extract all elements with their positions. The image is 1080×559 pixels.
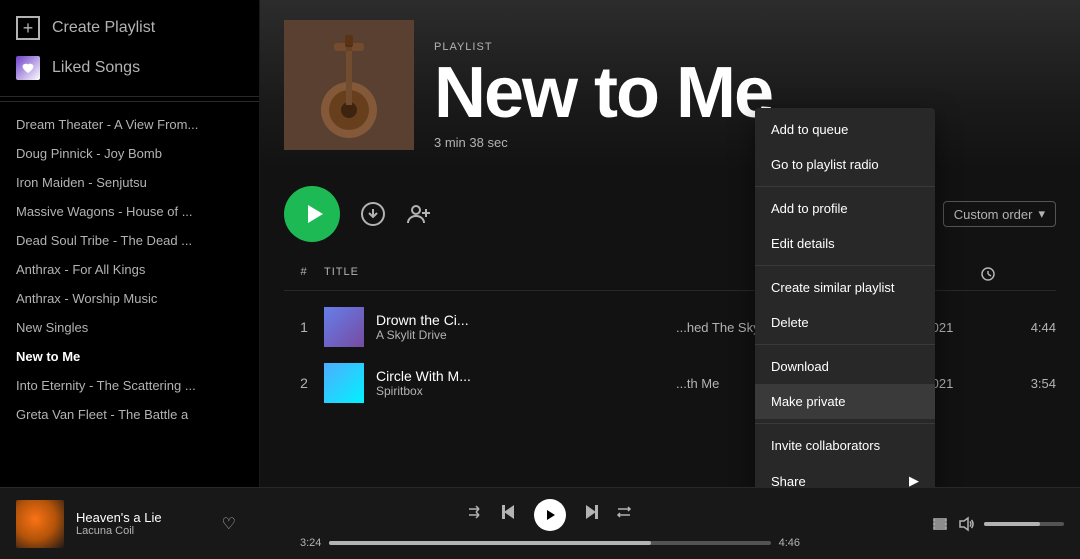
volume-icon <box>958 516 974 532</box>
menu-item-add-to-queue[interactable]: Add to queue <box>755 112 935 147</box>
playlist-header: PLAYLIST New to Me 3 min 38 sec <box>260 0 1080 170</box>
track-artist: Spiritbox <box>376 384 471 398</box>
sort-button[interactable]: Custom order ▾ <box>943 201 1056 227</box>
main-content: PLAYLIST New to Me 3 min 38 sec <box>260 0 1080 487</box>
shuffle-button[interactable] <box>468 504 484 525</box>
song-title: Heaven's a Lie <box>76 510 210 525</box>
create-playlist-button[interactable]: + Create Playlist <box>0 8 259 48</box>
progress-bar[interactable]: 3:24 4:46 <box>300 537 800 549</box>
liked-songs-button[interactable]: Liked Songs <box>0 48 259 88</box>
sidebar-item-1[interactable]: Dream Theater - A View From... <box>0 110 259 139</box>
previous-button[interactable] <box>500 503 518 526</box>
menu-item-download[interactable]: Download <box>755 349 935 384</box>
sidebar-item-11[interactable]: Greta Van Fleet - The Battle a <box>0 400 259 429</box>
menu-item-edit-details[interactable]: Edit details <box>755 226 935 261</box>
playlist-meta: 3 min 38 sec <box>434 135 1056 150</box>
track-info: Drown the Ci... A Skylit Drive <box>324 307 676 347</box>
sidebar-item-6[interactable]: Anthrax - For All Kings <box>0 255 259 284</box>
time-current: 3:24 <box>300 537 321 549</box>
volume-slider[interactable] <box>984 522 1064 526</box>
menu-item-share[interactable]: Share▶ <box>755 463 935 487</box>
sort-label: Custom order <box>954 207 1033 222</box>
player-controls: 3:24 4:46 <box>248 499 852 549</box>
player-play-button[interactable] <box>534 499 566 531</box>
track-title-artist: Circle With M... Spiritbox <box>376 368 471 398</box>
track-list-header: # TITLE DATE ADDED <box>284 258 1056 291</box>
sidebar-item-9[interactable]: New to Me <box>0 342 259 371</box>
context-menu: Add to queueGo to playlist radio Add to p… <box>755 108 935 487</box>
sidebar-divider <box>0 101 259 102</box>
create-playlist-icon: + <box>16 16 40 40</box>
sidebar-item-5[interactable]: Dead Soul Tribe - The Dead ... <box>0 226 259 255</box>
sidebar-item-3[interactable]: Iron Maiden - Senjutsu <box>0 168 259 197</box>
player-buttons <box>468 499 632 531</box>
col-num: # <box>284 266 324 282</box>
song-info: Heaven's a Lie Lacuna Coil <box>76 510 210 537</box>
sidebar-item-8[interactable]: New Singles <box>0 313 259 342</box>
track-list: # TITLE DATE ADDED 1 Drown the Ci... <box>260 258 1080 487</box>
player-right <box>864 516 1064 532</box>
menu-item-go-to-radio[interactable]: Go to playlist radio <box>755 147 935 182</box>
sidebar-item-10[interactable]: Into Eternity - The Scattering ... <box>0 371 259 400</box>
queue-icon <box>932 516 948 532</box>
next-button[interactable] <box>582 503 600 526</box>
add-user-button[interactable] <box>406 201 432 227</box>
track-info: Circle With M... Spiritbox <box>324 363 676 403</box>
track-rows: 1 Drown the Ci... A Skylit Drive ...hed … <box>284 299 1056 411</box>
sidebar-item-4[interactable]: Massive Wagons - House of ... <box>0 197 259 226</box>
time-total: 4:46 <box>779 537 800 549</box>
playlist-type-label: PLAYLIST <box>434 41 1056 53</box>
song-artist: Lacuna Coil <box>76 525 210 537</box>
track-duration: 4:44 <box>996 320 1056 335</box>
track-thumbnail <box>324 363 364 403</box>
menu-item-make-private[interactable]: Make private <box>755 384 935 419</box>
sidebar-top: + Create Playlist Liked Songs <box>0 0 259 97</box>
menu-item-add-to-profile[interactable]: Add to profile <box>755 191 935 226</box>
play-button[interactable] <box>284 186 340 242</box>
track-row[interactable]: 1 Drown the Ci... A Skylit Drive ...hed … <box>284 299 1056 355</box>
track-row[interactable]: 2 Circle With M... Spiritbox ...th Me Au… <box>284 355 1056 411</box>
liked-songs-icon <box>16 56 40 80</box>
menu-item-delete[interactable]: Delete <box>755 305 935 340</box>
track-artist: A Skylit Drive <box>376 328 469 342</box>
playlist-controls: Custom order ▾ <box>260 170 1080 258</box>
sort-chevron-icon: ▾ <box>1038 206 1045 222</box>
track-duration: 3:54 <box>996 376 1056 391</box>
playlist-info: PLAYLIST New to Me 3 min 38 sec <box>434 41 1056 150</box>
track-num: 2 <box>284 375 324 391</box>
menu-divider <box>755 265 935 266</box>
progress-fill <box>329 541 651 545</box>
repeat-button[interactable] <box>616 504 632 525</box>
track-thumbnail <box>324 307 364 347</box>
menu-divider <box>755 344 935 345</box>
menu-divider <box>755 186 935 187</box>
sidebar-item-2[interactable]: Doug Pinnick - Joy Bomb <box>0 139 259 168</box>
track-name: Drown the Ci... <box>376 312 469 328</box>
liked-songs-label: Liked Songs <box>52 59 140 77</box>
col-title: TITLE <box>324 266 676 282</box>
playlist-cover <box>284 20 414 150</box>
submenu-arrow-icon: ▶ <box>909 473 919 487</box>
download-button[interactable] <box>360 201 386 227</box>
progress-track[interactable] <box>329 541 770 545</box>
track-num: 1 <box>284 319 324 335</box>
now-playing: Heaven's a Lie Lacuna Coil ♡ <box>16 500 236 548</box>
track-title-artist: Drown the Ci... A Skylit Drive <box>376 312 469 342</box>
heart-button[interactable]: ♡ <box>222 514 236 534</box>
menu-item-invite-collaborators[interactable]: Invite collaborators <box>755 428 935 463</box>
create-playlist-label: Create Playlist <box>52 19 155 37</box>
menu-item-create-similar[interactable]: Create similar playlist <box>755 270 935 305</box>
sidebar: + Create Playlist Liked Songs Dream Thea… <box>0 0 260 487</box>
sidebar-playlist-list: Dream Theater - A View From...Doug Pinni… <box>0 106 259 487</box>
app-layout: + Create Playlist Liked Songs Dream Thea… <box>0 0 1080 487</box>
playlist-title: New to Me <box>434 57 1056 129</box>
guitar-image <box>284 20 414 150</box>
player-bar: Heaven's a Lie Lacuna Coil ♡ <box>0 487 1080 559</box>
menu-divider <box>755 423 935 424</box>
track-name: Circle With M... <box>376 368 471 384</box>
sidebar-item-7[interactable]: Anthrax - Worship Music <box>0 284 259 313</box>
album-art <box>16 500 64 548</box>
